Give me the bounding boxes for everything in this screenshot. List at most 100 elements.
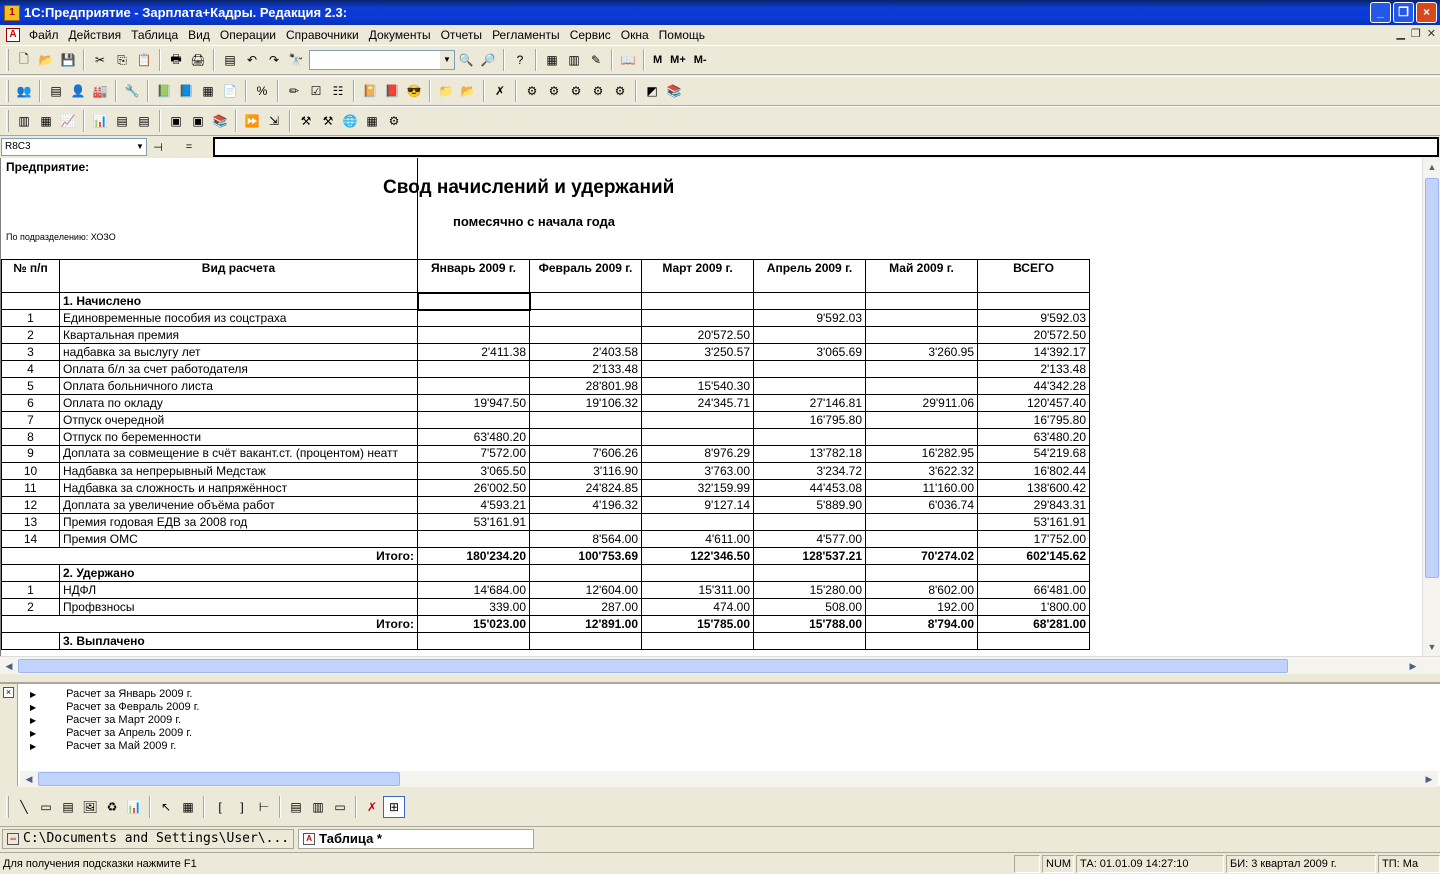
- table-cell[interactable]: 26'002.50: [417, 479, 530, 497]
- toolbar-grip[interactable]: [6, 80, 9, 102]
- pin-icon[interactable]: ⊣: [147, 141, 169, 154]
- table-cell[interactable]: [865, 309, 978, 327]
- transfer-icon[interactable]: 📘: [175, 80, 197, 102]
- table-cell[interactable]: 14'684.00: [417, 581, 530, 599]
- table-cell[interactable]: [641, 513, 754, 531]
- scroll-up-icon[interactable]: ▲: [1425, 160, 1439, 174]
- table-cell[interactable]: 13'782.18: [753, 445, 866, 463]
- catalog-icon[interactable]: ▤: [45, 80, 67, 102]
- scroll-thumb[interactable]: [18, 659, 1288, 673]
- table-cell[interactable]: 474.00: [641, 598, 754, 616]
- table-cell[interactable]: 20'572.50: [977, 326, 1090, 344]
- document-icon[interactable]: A: [6, 28, 20, 42]
- report5-icon[interactable]: ▣: [165, 110, 187, 132]
- selected-cell[interactable]: [416, 291, 531, 311]
- table-cell[interactable]: 2: [1, 326, 60, 344]
- table-cell[interactable]: [753, 292, 866, 310]
- print-preview-icon[interactable]: 🖨: [187, 49, 209, 71]
- table-cell[interactable]: 2'411.38: [417, 343, 530, 361]
- clear-icon[interactable]: ✗: [361, 796, 383, 818]
- formula-input[interactable]: [213, 137, 1439, 157]
- print-icon[interactable]: 🖶: [165, 49, 187, 71]
- table-cell[interactable]: 8: [1, 428, 60, 446]
- table-cell[interactable]: [753, 377, 866, 395]
- memory-minus-button[interactable]: M-: [690, 54, 711, 66]
- table-cell[interactable]: [865, 632, 978, 650]
- total-cell[interactable]: 128'537.21: [753, 547, 866, 565]
- table-cell[interactable]: [641, 292, 754, 310]
- app-icon[interactable]: 1: [4, 4, 20, 21]
- table-cell[interactable]: 4'593.21: [417, 496, 530, 514]
- table-cell[interactable]: [865, 326, 978, 344]
- org-icon[interactable]: 🏭: [89, 80, 111, 102]
- users-icon[interactable]: 👥: [13, 80, 35, 102]
- table-cell[interactable]: [753, 564, 866, 582]
- table-cell[interactable]: 3'065.69: [753, 343, 866, 361]
- table-cell[interactable]: 19'106.32: [529, 394, 642, 412]
- redo-icon[interactable]: ↷: [263, 49, 285, 71]
- table-cell[interactable]: 3'234.72: [753, 462, 866, 480]
- schedule-icon[interactable]: ▦: [197, 80, 219, 102]
- table-cell[interactable]: 2'133.48: [529, 360, 642, 378]
- section-header[interactable]: 2. Удержано: [59, 564, 418, 582]
- spreadsheet[interactable]: Предприятие: Свод начислений и удержаний…: [0, 158, 1422, 656]
- table-cell[interactable]: [417, 360, 530, 378]
- scroll-thumb[interactable]: [38, 772, 400, 786]
- total-cell[interactable]: 12'891.00: [529, 615, 642, 633]
- paste-icon[interactable]: 📋: [133, 49, 155, 71]
- mdi-close-button[interactable]: ✕: [1427, 27, 1436, 40]
- calc-icon[interactable]: ⚙: [521, 80, 543, 102]
- export-icon[interactable]: ⇲: [263, 110, 285, 132]
- table-cell[interactable]: 8'976.29: [641, 445, 754, 463]
- table-cell[interactable]: 54'219.68: [977, 445, 1090, 463]
- table-cell[interactable]: [1, 632, 60, 650]
- table-cell[interactable]: 6: [1, 394, 60, 412]
- chevron-down-icon[interactable]: ▼: [134, 139, 146, 155]
- menu-file[interactable]: Файл: [24, 28, 64, 42]
- mdi-restore-button[interactable]: ❐: [1411, 27, 1421, 40]
- menu-windows[interactable]: Окна: [616, 28, 654, 42]
- table-cell[interactable]: 15'280.00: [753, 581, 866, 599]
- table-cell[interactable]: 2'133.48: [977, 360, 1090, 378]
- table-cell[interactable]: 3'065.50: [417, 462, 530, 480]
- table-cell[interactable]: [641, 411, 754, 429]
- scroll-left-icon[interactable]: ◀: [2, 659, 16, 673]
- table-cell[interactable]: 16'282.95: [865, 445, 978, 463]
- table-cell[interactable]: 3'250.57: [641, 343, 754, 361]
- total-cell[interactable]: 100'753.69: [529, 547, 642, 565]
- eraser-icon[interactable]: ◩: [641, 80, 663, 102]
- tools-icon[interactable]: 🔧: [121, 80, 143, 102]
- table-cell[interactable]: 9'592.03: [753, 309, 866, 327]
- menu-service[interactable]: Сервис: [565, 28, 616, 42]
- table-cell[interactable]: [977, 632, 1090, 650]
- total-cell[interactable]: 15'023.00: [417, 615, 530, 633]
- total-cell[interactable]: 15'788.00: [753, 615, 866, 633]
- total-cell[interactable]: 8'794.00: [865, 615, 978, 633]
- equals-button[interactable]: =: [169, 141, 209, 153]
- table-cell[interactable]: [529, 292, 642, 310]
- table-cell[interactable]: [977, 564, 1090, 582]
- table-cell[interactable]: [865, 564, 978, 582]
- table-cell[interactable]: 44'342.28: [977, 377, 1090, 395]
- table-cell[interactable]: 5: [1, 377, 60, 395]
- table-cell[interactable]: [753, 632, 866, 650]
- table-cell[interactable]: [1, 292, 60, 310]
- wizard-icon[interactable]: ✎: [585, 49, 607, 71]
- task-item-documents[interactable]: ▭ C:\Documents and Settings\User\...: [2, 828, 295, 849]
- table-cell[interactable]: 63'480.20: [417, 428, 530, 446]
- table-cell[interactable]: Профвзносы: [59, 598, 418, 616]
- table-cell[interactable]: 4'611.00: [641, 530, 754, 548]
- table-cell[interactable]: [417, 564, 530, 582]
- total-label[interactable]: Итого:: [1, 615, 418, 633]
- menu-help[interactable]: Помощь: [654, 28, 710, 42]
- table-cell[interactable]: Доплата за увеличение объёма работ: [59, 496, 418, 514]
- order-icon[interactable]: 📄: [219, 80, 241, 102]
- table-cell[interactable]: 15'540.30: [641, 377, 754, 395]
- pointer-icon[interactable]: ↖: [155, 796, 177, 818]
- table-cell[interactable]: 138'600.42: [977, 479, 1090, 497]
- menu-catalogs[interactable]: Справочники: [281, 28, 364, 42]
- mdi-minimize-button[interactable]: ▁: [1396, 27, 1404, 40]
- table-cell[interactable]: [641, 309, 754, 327]
- total-cell[interactable]: 68'281.00: [977, 615, 1090, 633]
- table-cell[interactable]: 28'801.98: [529, 377, 642, 395]
